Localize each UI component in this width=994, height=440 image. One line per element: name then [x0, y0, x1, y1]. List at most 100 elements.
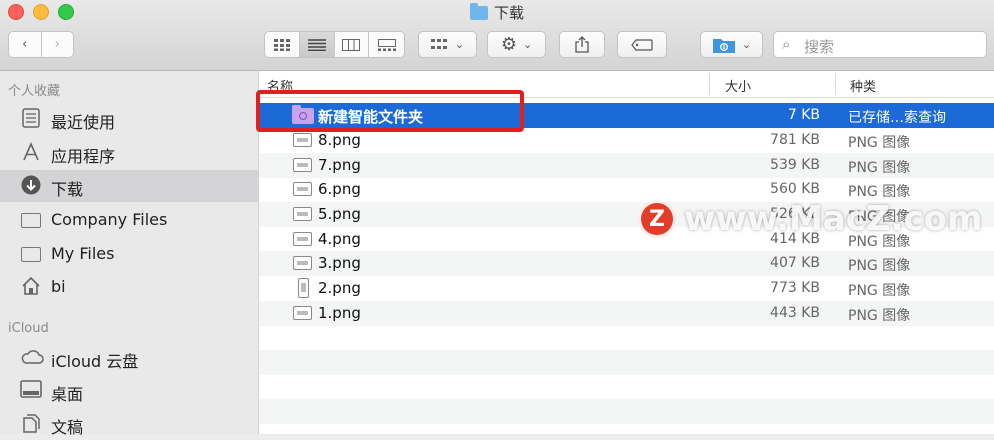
file-name: 2.png [318, 279, 361, 297]
column-header-kind[interactable]: 种类 [850, 76, 876, 95]
file-name: 6.png [318, 180, 361, 198]
search-placeholder: 搜索 [804, 38, 835, 56]
png-file-icon [293, 306, 312, 320]
file-size: 560 KB [770, 181, 820, 197]
sidebar-item-label: 桌面 [51, 385, 84, 404]
sidebar-item-downloads[interactable]: 下载 [0, 170, 258, 202]
view-mode-control [264, 31, 405, 58]
column-divider[interactable] [709, 73, 710, 95]
gear-icon: ⚙ [500, 34, 517, 55]
folder-icon [20, 209, 42, 231]
file-name: 5.png [318, 205, 361, 223]
sidebar-item-label: 最近使用 [51, 113, 116, 132]
tag-icon [631, 38, 653, 51]
share-button[interactable] [559, 31, 605, 58]
file-kind: PNG 图像 [848, 184, 911, 200]
column-view-icon [342, 38, 361, 51]
icon-view-button[interactable] [265, 32, 300, 57]
file-name: 1.png [318, 304, 361, 322]
sidebar-item-label: iCloud 云盘 [51, 352, 139, 371]
chevron-down-icon: ⌄ [454, 38, 465, 51]
file-kind: 已存储…索查询 [848, 110, 946, 126]
sidebar-item-company-files[interactable]: Company Files [0, 204, 258, 236]
share-icon [575, 36, 589, 53]
gallery-view-icon [377, 38, 396, 51]
file-size: 781 KB [770, 132, 820, 148]
file-size: 443 KB [770, 305, 820, 321]
documents-icon [20, 413, 42, 435]
favorites-header: 个人收藏 [8, 84, 61, 99]
group-icon [430, 38, 447, 49]
folder-icon [20, 243, 42, 265]
highlight-box [256, 90, 524, 132]
sidebar-item-my-files[interactable]: My Files [0, 238, 258, 270]
file-kind: PNG 图像 [848, 283, 911, 299]
chevron-down-icon: ⌄ [741, 38, 752, 51]
sidebar-item-applications[interactable]: 应用程序 [0, 137, 258, 169]
window-title-text: 下载 [493, 4, 524, 22]
location-button[interactable]: ⌄ [700, 31, 763, 58]
icloud-header: iCloud [8, 321, 49, 336]
desktop-icon [20, 380, 42, 402]
sidebar-item-documents[interactable]: 文稿 [0, 408, 258, 440]
sidebar-item-home[interactable]: bi [0, 271, 258, 303]
png-file-icon [293, 158, 312, 172]
home-icon [20, 276, 42, 298]
sidebar-item-recents[interactable]: 最近使用 [0, 103, 258, 135]
table-row[interactable]: 3.png 407 KB PNG 图像 [259, 251, 994, 276]
action-button[interactable]: ⚙ ⌄ [487, 31, 546, 58]
table-row[interactable]: 2.png 773 KB PNG 图像 [259, 276, 994, 301]
file-name: 3.png [318, 254, 361, 272]
column-header-size[interactable]: 大小 [725, 76, 751, 95]
recents-icon [20, 108, 42, 130]
png-file-icon [293, 207, 312, 221]
sidebar-item-label: bi [51, 277, 66, 296]
list-view-button[interactable] [299, 32, 335, 57]
back-forward-control: ‹ › [8, 31, 74, 58]
sidebar-item-label: Company Files [51, 210, 168, 229]
column-divider[interactable] [835, 73, 836, 95]
file-name: 7.png [318, 156, 361, 174]
downloads-icon [20, 175, 42, 197]
search-icon: ⌕ [782, 35, 791, 53]
back-button[interactable]: ‹ [9, 32, 42, 57]
table-row[interactable]: 1.png 443 KB PNG 图像 [259, 301, 994, 326]
gallery-view-button[interactable] [369, 32, 404, 57]
file-name: 4.png [318, 230, 361, 248]
file-size: 773 KB [770, 280, 820, 296]
list-view-icon [307, 38, 326, 51]
file-name: 8.png [318, 131, 361, 149]
file-kind: PNG 图像 [848, 135, 911, 151]
forward-button[interactable]: › [42, 32, 74, 57]
png-file-icon [293, 256, 312, 270]
folder-icon [712, 38, 735, 53]
chevron-left-icon: ‹ [22, 37, 28, 52]
window-title: 下载 [0, 2, 994, 23]
table-row[interactable]: 7.png 539 KB PNG 图像 [259, 153, 994, 178]
watermark-logo: Z [638, 200, 676, 238]
title-bar: 下载 ‹ › ⌄ ⚙ ⌄ ⌄ ⌕ 搜索 [0, 0, 994, 71]
empty-row [259, 350, 994, 375]
empty-row [259, 375, 994, 400]
cloud-icon [20, 347, 44, 369]
file-kind: PNG 图像 [848, 308, 911, 324]
file-kind: PNG 图像 [848, 160, 911, 176]
watermark-text: www.MacZ.com [684, 199, 983, 239]
file-size: 407 KB [770, 255, 820, 271]
sidebar-item-desktop[interactable]: 桌面 [0, 375, 258, 407]
empty-row [259, 399, 994, 424]
sidebar-item-label: 应用程序 [51, 147, 116, 166]
icon-view-icon [273, 38, 290, 51]
png-file-icon [293, 232, 312, 246]
file-size: 7 KB [787, 107, 820, 123]
tag-button[interactable] [617, 31, 667, 58]
png-file-icon [293, 133, 312, 147]
group-by-button[interactable]: ⌄ [418, 31, 477, 58]
chevron-right-icon: › [54, 37, 60, 52]
column-view-button[interactable] [335, 32, 370, 57]
file-kind: PNG 图像 [848, 258, 911, 274]
sidebar-item-label: My Files [51, 244, 115, 263]
search-field[interactable]: ⌕ 搜索 [773, 31, 987, 58]
sidebar-item-icloud-drive[interactable]: iCloud 云盘 [0, 342, 258, 374]
png-file-icon [298, 278, 309, 298]
